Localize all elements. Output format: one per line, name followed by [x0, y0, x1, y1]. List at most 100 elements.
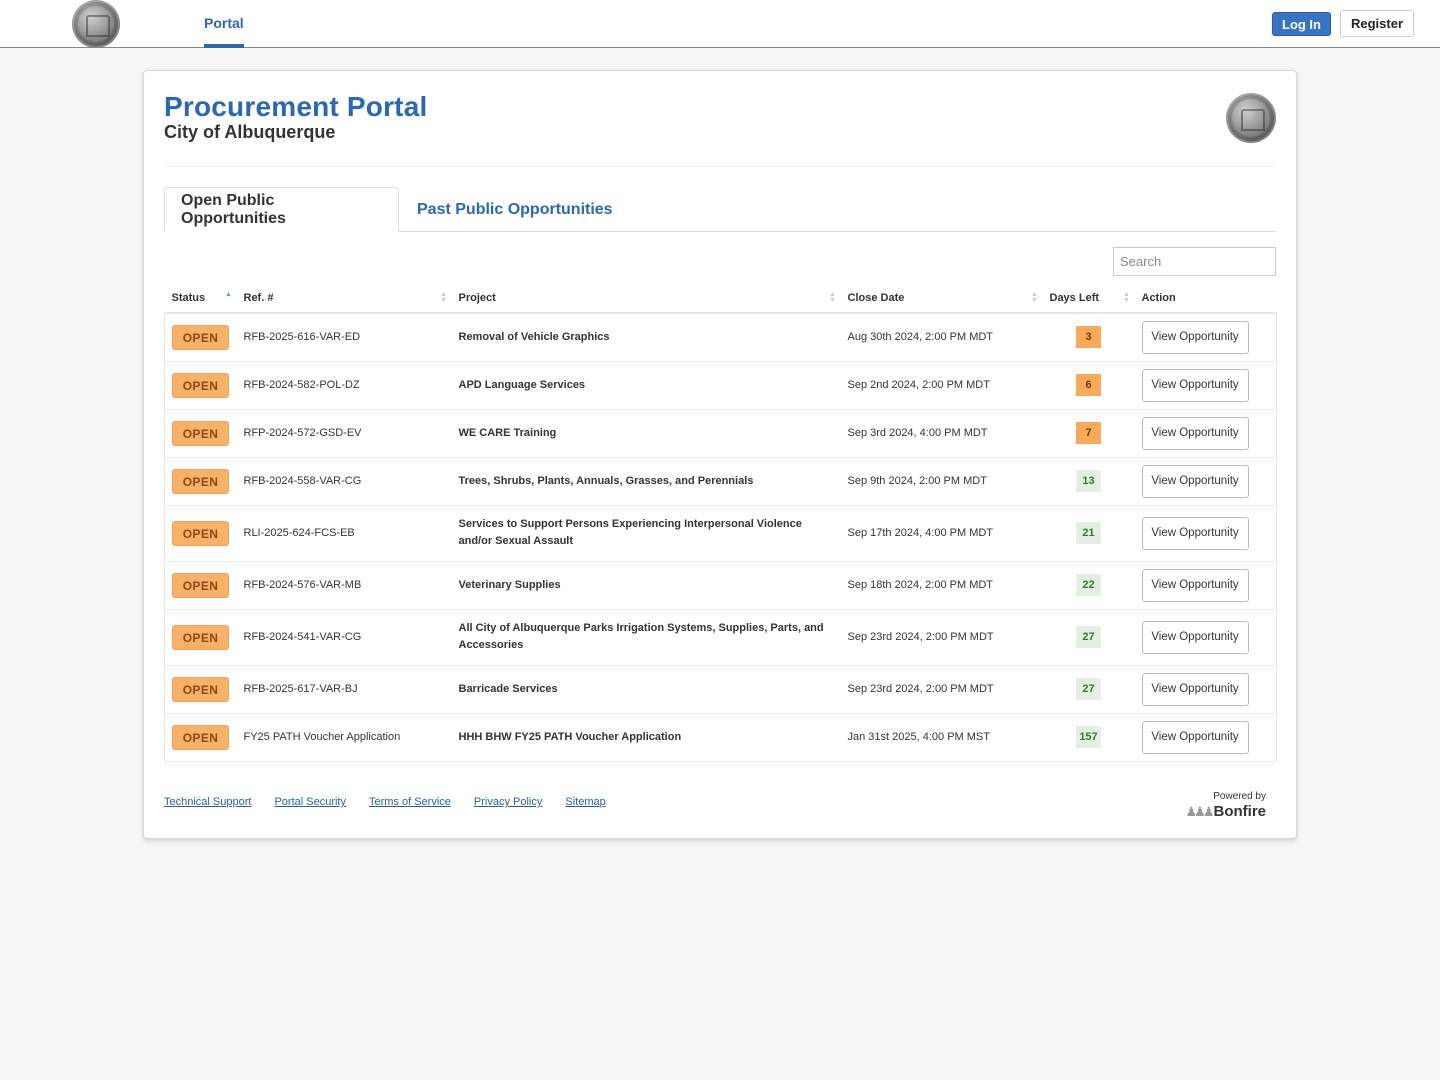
main-card: Procurement Portal City of Albuquerque O…: [143, 70, 1297, 839]
view-opportunity-button[interactable]: View Opportunity: [1141, 568, 1249, 602]
view-opportunity-button[interactable]: View Opportunity: [1141, 720, 1249, 754]
days-left-cell: 3: [1042, 312, 1135, 361]
search-input[interactable]: [1113, 247, 1276, 276]
action-cell: View Opportunity: [1134, 408, 1277, 457]
view-opportunity-button[interactable]: View Opportunity: [1141, 320, 1249, 354]
ref-cell: FY25 PATH Voucher Application: [236, 712, 452, 762]
table-row: OPEN RFB-2024-541-VAR-CG All City of Albuq…: [164, 608, 1277, 665]
footer-link-technical-support[interactable]: Technical Support: [164, 796, 251, 808]
sort-ascending-icon: ▲: [225, 291, 232, 298]
status-cell: OPEN: [164, 608, 237, 665]
column-header-project[interactable]: Project ▲ ▼: [451, 283, 841, 314]
ref-cell: RFB-2024-558-VAR-CG: [236, 456, 452, 505]
close-date-cell: Sep 3rd 2024, 4:00 PM MDT: [840, 408, 1043, 457]
status-cell: OPEN: [164, 456, 237, 505]
days-left-badge: 6: [1076, 374, 1101, 396]
view-opportunity-button[interactable]: View Opportunity: [1141, 464, 1249, 498]
table-body: OPEN RFB-2025-616-VAR-ED Removal of Vehicl…: [164, 312, 1277, 762]
action-cell: View Opportunity: [1134, 608, 1277, 665]
close-date-cell: Sep 23rd 2024, 2:00 PM MDT: [840, 608, 1043, 665]
project-cell: Barricade Services: [451, 664, 841, 713]
close-date-cell: Sep 2nd 2024, 2:00 PM MDT: [840, 360, 1043, 409]
city-seal-image: [1226, 93, 1276, 143]
days-left-badge: 27: [1076, 678, 1101, 700]
view-opportunity-button[interactable]: View Opportunity: [1141, 368, 1249, 402]
days-left-badge: 7: [1076, 422, 1101, 444]
status-cell: OPEN: [164, 560, 237, 609]
action-cell: View Opportunity: [1134, 712, 1277, 762]
status-badge: OPEN: [172, 468, 229, 494]
days-left-badge: 27: [1076, 626, 1101, 648]
column-header-status[interactable]: Status ▲: [164, 283, 237, 314]
footer-link-portal-security[interactable]: Portal Security: [274, 796, 346, 808]
table-row: OPEN FY25 PATH Voucher Application HHH BHW…: [164, 712, 1277, 762]
action-cell: View Opportunity: [1134, 360, 1277, 409]
status-cell: OPEN: [164, 312, 237, 361]
register-button[interactable]: Register: [1340, 10, 1414, 37]
days-left-cell: 157: [1042, 712, 1135, 762]
top-navbar: Portal Log In Register: [0, 0, 1440, 48]
status-cell: OPEN: [164, 664, 237, 713]
footer-link-sitemap[interactable]: Sitemap: [565, 796, 605, 808]
nav-portal-link[interactable]: Portal: [204, 15, 244, 31]
days-left-badge: 13: [1076, 470, 1101, 492]
table-row: OPEN RFB-2024-576-VAR-MB Veterinary Suppli…: [164, 560, 1277, 609]
status-badge: OPEN: [172, 572, 229, 598]
table-row: OPEN RFB-2024-582-POL-DZ APD Language Serv…: [164, 360, 1277, 409]
days-left-cell: 22: [1042, 560, 1135, 609]
ref-cell: RFB-2024-582-POL-DZ: [236, 360, 452, 409]
city-seal-logo[interactable]: [72, 0, 120, 48]
days-left-cell: 13: [1042, 456, 1135, 505]
status-badge: OPEN: [172, 324, 229, 350]
close-date-cell: Sep 18th 2024, 2:00 PM MDT: [840, 560, 1043, 609]
column-header-action: Action: [1134, 283, 1277, 314]
days-left-cell: 6: [1042, 360, 1135, 409]
tab-open-opportunities[interactable]: Open Public Opportunities: [164, 187, 399, 232]
table-row: OPEN RFB-2025-616-VAR-ED Removal of Vehicl…: [164, 312, 1277, 361]
nav-active-indicator: [204, 44, 244, 48]
status-cell: OPEN: [164, 408, 237, 457]
days-left-cell: 27: [1042, 608, 1135, 665]
view-opportunity-button[interactable]: View Opportunity: [1141, 516, 1249, 550]
sort-icon: ▲ ▼: [1123, 291, 1130, 304]
footer-links: Technical Support Portal Security Terms …: [164, 796, 606, 808]
view-opportunity-button[interactable]: View Opportunity: [1141, 672, 1249, 706]
footer-link-terms-of-service[interactable]: Terms of Service: [369, 796, 451, 808]
bonfire-logo: ♟♟♟ Bonfire: [1186, 803, 1266, 820]
column-header-ref[interactable]: Ref. # ▲ ▼: [236, 283, 452, 314]
status-badge: OPEN: [172, 520, 229, 546]
action-cell: View Opportunity: [1134, 664, 1277, 713]
bonfire-flame-icon: ♟♟♟: [1185, 803, 1215, 819]
project-cell: All City of Albuquerque Parks Irrigation…: [451, 608, 841, 665]
action-cell: View Opportunity: [1134, 456, 1277, 505]
days-left-cell: 7: [1042, 408, 1135, 457]
table-row: OPEN RFB-2025-617-VAR-BJ Barricade Service…: [164, 664, 1277, 713]
footer-link-privacy-policy[interactable]: Privacy Policy: [474, 796, 542, 808]
days-left-badge: 21: [1076, 522, 1101, 544]
table-row: OPEN RFB-2024-558-VAR-CG Trees, Shrubs, Pl…: [164, 456, 1277, 505]
sort-icon: ▲ ▼: [1031, 291, 1038, 304]
project-cell: APD Language Services: [451, 360, 841, 409]
sort-icon: ▲ ▼: [829, 291, 836, 304]
days-left-cell: 27: [1042, 664, 1135, 713]
powered-by-label: Powered by: [1213, 791, 1266, 802]
project-cell: Trees, Shrubs, Plants, Annuals, Grasses,…: [451, 456, 841, 505]
table-header-row: Status ▲ Ref. # ▲ ▼ Project ▲ ▼ Close Date ▲ ▼ …: [164, 283, 1277, 314]
project-cell: Removal of Vehicle Graphics: [451, 312, 841, 361]
view-opportunity-button[interactable]: View Opportunity: [1141, 416, 1249, 450]
column-header-close-date[interactable]: Close Date ▲ ▼: [840, 283, 1043, 314]
sort-icon: ▲ ▼: [440, 291, 447, 304]
days-left-cell: 21: [1042, 504, 1135, 561]
project-cell: Services to Support Persons Experiencing…: [451, 504, 841, 561]
login-button[interactable]: Log In: [1272, 12, 1331, 36]
close-date-cell: Jan 31st 2025, 4:00 PM MST: [840, 712, 1043, 762]
tab-past-opportunities[interactable]: Past Public Opportunities: [401, 187, 629, 232]
status-cell: OPEN: [164, 712, 237, 762]
table-row: OPEN RFP-2024-572-GSD-EV WE CARE Training S…: [164, 408, 1277, 457]
page-subtitle: City of Albuquerque: [164, 122, 336, 142]
view-opportunity-button[interactable]: View Opportunity: [1141, 620, 1249, 654]
table-row: OPEN RLI-2025-624-FCS-EB Services to Suppo…: [164, 504, 1277, 561]
ref-cell: RFB-2025-616-VAR-ED: [236, 312, 452, 361]
column-header-days-left[interactable]: Days Left ▲ ▼: [1042, 283, 1135, 314]
powered-by-bonfire[interactable]: Powered by ♟♟♟ Bonfire: [1186, 791, 1266, 820]
